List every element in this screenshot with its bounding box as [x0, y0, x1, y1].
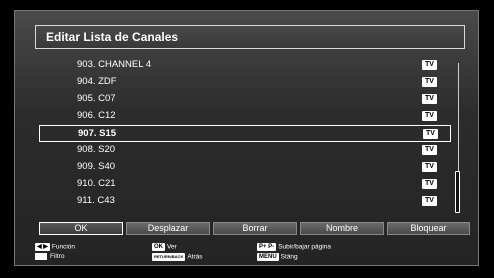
- ok-key-icon: OK: [152, 243, 165, 251]
- page-keys-icon: P+ P-: [257, 243, 277, 251]
- left-right-arrows-icon: ◀ ▶: [35, 243, 50, 251]
- channel-label: 907. S15: [78, 128, 117, 139]
- tv-badge-icon: TV: [423, 129, 438, 139]
- channel-label: 911. C43: [77, 195, 115, 206]
- help-ok: OK Ver: [152, 243, 177, 251]
- channel-label: 905. C07: [77, 93, 116, 104]
- tv-badge-icon: TV: [422, 179, 437, 189]
- channel-row[interactable]: 911. C43 TV: [39, 193, 451, 210]
- menu-key-icon: MENU: [257, 253, 279, 261]
- tv-badge-icon: TV: [422, 111, 437, 121]
- tv-badge-icon: TV: [422, 162, 437, 172]
- white-key-icon: [35, 253, 47, 260]
- lock-button[interactable]: Bloquear: [387, 222, 470, 235]
- channel-row[interactable]: 905. C07 TV: [39, 91, 451, 108]
- action-button-bar: OK Desplazar Borrar Nombre Bloquear: [39, 222, 470, 235]
- channel-row-selected[interactable]: 907. S15 TV: [39, 125, 451, 142]
- help-filter: Filtro: [35, 253, 64, 260]
- tv-badge-icon: TV: [422, 94, 437, 104]
- channel-list-dialog: Editar Lista de Canales 903. CHANNEL 4 T…: [14, 10, 479, 266]
- channel-row[interactable]: 906. C12 TV: [39, 108, 451, 125]
- dialog-title-bar: Editar Lista de Canales: [35, 25, 465, 49]
- channel-label: 906. C12: [77, 110, 116, 121]
- tv-badge-icon: TV: [422, 77, 437, 87]
- channel-row[interactable]: 909. S40 TV: [39, 159, 451, 176]
- help-menu: MENU Stäng: [257, 253, 298, 261]
- dialog-title: Editar Lista de Canales: [46, 30, 179, 44]
- rename-button[interactable]: Nombre: [300, 222, 384, 235]
- delete-button[interactable]: Borrar: [213, 222, 297, 235]
- help-page: P+ P- Subir/bajar página: [257, 243, 331, 251]
- return-key-icon: RETURN/BACK: [152, 253, 186, 261]
- channel-label: 903. CHANNEL 4: [77, 59, 152, 70]
- channel-row[interactable]: 910. C21 TV: [39, 176, 451, 193]
- channel-row[interactable]: 908. S20 TV: [39, 142, 451, 159]
- channel-label: 909. S40: [77, 161, 116, 172]
- channel-row[interactable]: 903. CHANNEL 4 TV: [39, 57, 451, 74]
- tv-badge-icon: TV: [422, 145, 437, 155]
- tv-badge-icon: TV: [422, 196, 437, 206]
- channel-label: 910. C21: [77, 178, 116, 189]
- help-function: ◀ ▶ Función: [35, 243, 76, 251]
- scrollbar-thumb[interactable]: [455, 171, 460, 213]
- ok-button[interactable]: OK: [39, 222, 123, 235]
- channel-label: 904. ZDF: [77, 76, 117, 87]
- channel-label: 908. S20: [77, 144, 116, 155]
- move-button[interactable]: Desplazar: [126, 222, 210, 235]
- tv-badge-icon: TV: [422, 60, 437, 70]
- channel-row[interactable]: 904. ZDF TV: [39, 74, 451, 91]
- help-back: RETURN/BACK Atrás: [152, 253, 203, 261]
